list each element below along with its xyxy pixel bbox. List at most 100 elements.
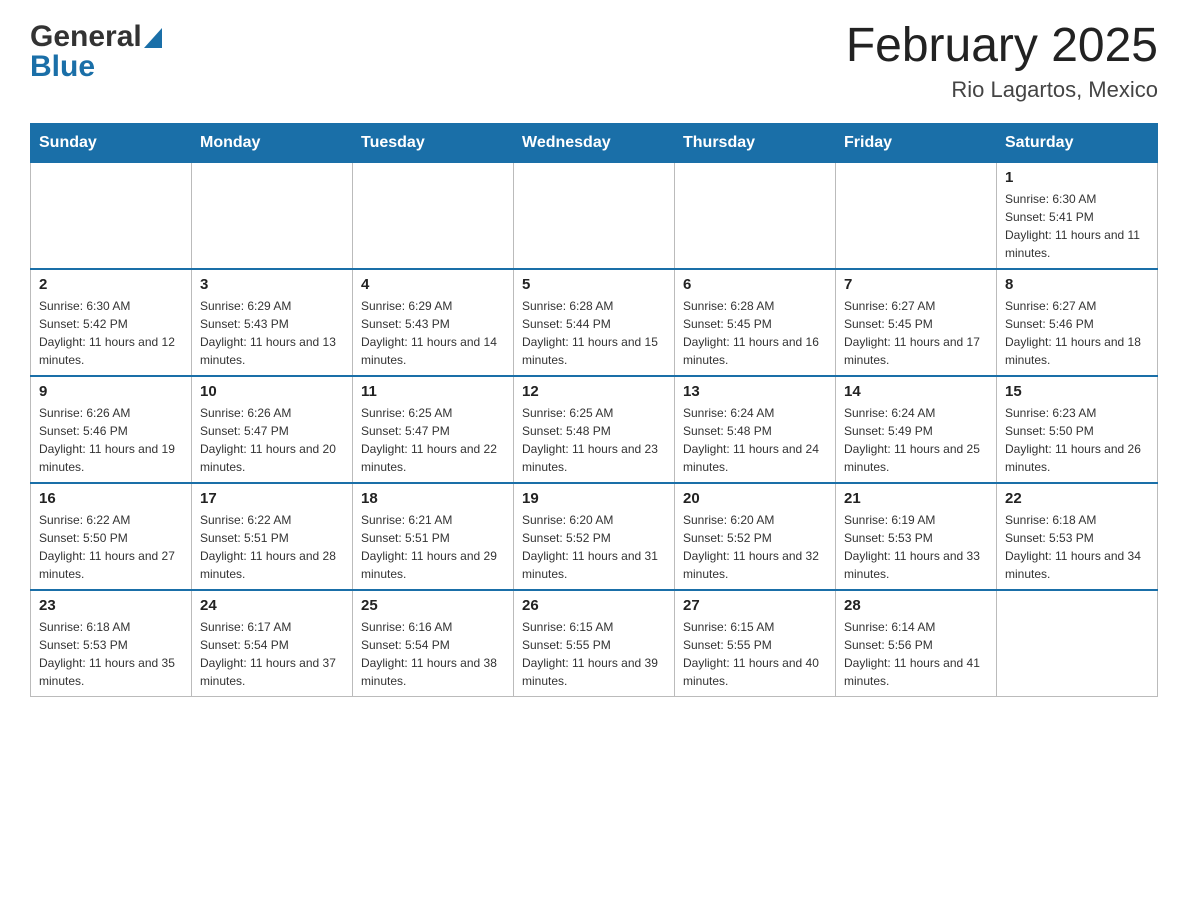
logo-general-text: General xyxy=(30,20,142,54)
table-row: 25 Sunrise: 6:16 AM Sunset: 5:54 PM Dayli… xyxy=(353,590,514,697)
day-info: Sunrise: 6:20 AM Sunset: 5:52 PM Dayligh… xyxy=(522,511,666,583)
table-row: 17 Sunrise: 6:22 AM Sunset: 5:51 PM Dayli… xyxy=(192,483,353,590)
day-number: 8 xyxy=(1005,276,1149,293)
table-row: 3 Sunrise: 6:29 AM Sunset: 5:43 PM Daylig… xyxy=(192,269,353,376)
table-row: 7 Sunrise: 6:27 AM Sunset: 5:45 PM Daylig… xyxy=(836,269,997,376)
day-info: Sunrise: 6:28 AM Sunset: 5:45 PM Dayligh… xyxy=(683,297,827,369)
table-row: 26 Sunrise: 6:15 AM Sunset: 5:55 PM Dayli… xyxy=(514,590,675,697)
col-monday: Monday xyxy=(192,123,353,162)
table-row: 21 Sunrise: 6:19 AM Sunset: 5:53 PM Dayli… xyxy=(836,483,997,590)
day-number: 7 xyxy=(844,276,988,293)
calendar-header-row: Sunday Monday Tuesday Wednesday Thursday… xyxy=(31,123,1158,162)
day-info: Sunrise: 6:30 AM Sunset: 5:41 PM Dayligh… xyxy=(1005,190,1149,262)
table-row xyxy=(514,162,675,269)
day-info: Sunrise: 6:22 AM Sunset: 5:50 PM Dayligh… xyxy=(39,511,183,583)
calendar-title: February 2025 xyxy=(846,20,1158,73)
day-number: 24 xyxy=(200,597,344,614)
table-row xyxy=(675,162,836,269)
day-info: Sunrise: 6:16 AM Sunset: 5:54 PM Dayligh… xyxy=(361,618,505,690)
day-number: 4 xyxy=(361,276,505,293)
day-number: 26 xyxy=(522,597,666,614)
day-number: 5 xyxy=(522,276,666,293)
day-info: Sunrise: 6:30 AM Sunset: 5:42 PM Dayligh… xyxy=(39,297,183,369)
day-info: Sunrise: 6:29 AM Sunset: 5:43 PM Dayligh… xyxy=(361,297,505,369)
table-row xyxy=(192,162,353,269)
day-number: 21 xyxy=(844,490,988,507)
table-row: 19 Sunrise: 6:20 AM Sunset: 5:52 PM Dayli… xyxy=(514,483,675,590)
day-number: 14 xyxy=(844,383,988,400)
calendar-table: Sunday Monday Tuesday Wednesday Thursday… xyxy=(30,123,1158,697)
table-row: 14 Sunrise: 6:24 AM Sunset: 5:49 PM Dayli… xyxy=(836,376,997,483)
col-thursday: Thursday xyxy=(675,123,836,162)
day-number: 19 xyxy=(522,490,666,507)
day-info: Sunrise: 6:14 AM Sunset: 5:56 PM Dayligh… xyxy=(844,618,988,690)
col-wednesday: Wednesday xyxy=(514,123,675,162)
day-number: 11 xyxy=(361,383,505,400)
day-info: Sunrise: 6:22 AM Sunset: 5:51 PM Dayligh… xyxy=(200,511,344,583)
table-row: 18 Sunrise: 6:21 AM Sunset: 5:51 PM Dayli… xyxy=(353,483,514,590)
day-number: 28 xyxy=(844,597,988,614)
table-row: 8 Sunrise: 6:27 AM Sunset: 5:46 PM Daylig… xyxy=(997,269,1158,376)
day-info: Sunrise: 6:25 AM Sunset: 5:47 PM Dayligh… xyxy=(361,404,505,476)
day-info: Sunrise: 6:25 AM Sunset: 5:48 PM Dayligh… xyxy=(522,404,666,476)
logo: General Blue xyxy=(30,20,162,84)
col-saturday: Saturday xyxy=(997,123,1158,162)
table-row: 2 Sunrise: 6:30 AM Sunset: 5:42 PM Daylig… xyxy=(31,269,192,376)
table-row: 16Sunrise: 6:22 AM Sunset: 5:50 PM Dayli… xyxy=(31,483,192,590)
logo-blue-text: Blue xyxy=(30,50,95,84)
day-info: Sunrise: 6:20 AM Sunset: 5:52 PM Dayligh… xyxy=(683,511,827,583)
day-number: 20 xyxy=(683,490,827,507)
day-info: Sunrise: 6:27 AM Sunset: 5:45 PM Dayligh… xyxy=(844,297,988,369)
day-info: Sunrise: 6:24 AM Sunset: 5:49 PM Dayligh… xyxy=(844,404,988,476)
table-row: 9 Sunrise: 6:26 AM Sunset: 5:46 PM Daylig… xyxy=(31,376,192,483)
day-number: 18 xyxy=(361,490,505,507)
col-tuesday: Tuesday xyxy=(353,123,514,162)
day-info: Sunrise: 6:15 AM Sunset: 5:55 PM Dayligh… xyxy=(683,618,827,690)
page-header: General Blue February 2025 Rio Lagartos,… xyxy=(30,20,1158,103)
table-row xyxy=(836,162,997,269)
day-info: Sunrise: 6:19 AM Sunset: 5:53 PM Dayligh… xyxy=(844,511,988,583)
day-number: 27 xyxy=(683,597,827,614)
day-number: 25 xyxy=(361,597,505,614)
table-row: 24 Sunrise: 6:17 AM Sunset: 5:54 PM Dayli… xyxy=(192,590,353,697)
table-row xyxy=(31,162,192,269)
day-info: Sunrise: 6:27 AM Sunset: 5:46 PM Dayligh… xyxy=(1005,297,1149,369)
day-number: 17 xyxy=(200,490,344,507)
day-info: Sunrise: 6:23 AM Sunset: 5:50 PM Dayligh… xyxy=(1005,404,1149,476)
table-row: 5Sunrise: 6:28 AM Sunset: 5:44 PM Daylig… xyxy=(514,269,675,376)
day-info: Sunrise: 6:15 AM Sunset: 5:55 PM Dayligh… xyxy=(522,618,666,690)
day-number: 3 xyxy=(200,276,344,293)
day-info: Sunrise: 6:17 AM Sunset: 5:54 PM Dayligh… xyxy=(200,618,344,690)
day-number: 23 xyxy=(39,597,183,614)
col-friday: Friday xyxy=(836,123,997,162)
day-number: 12 xyxy=(522,383,666,400)
day-number: 6 xyxy=(683,276,827,293)
table-row: 13 Sunrise: 6:24 AM Sunset: 5:48 PM Dayli… xyxy=(675,376,836,483)
day-info: Sunrise: 6:18 AM Sunset: 5:53 PM Dayligh… xyxy=(39,618,183,690)
table-row xyxy=(997,590,1158,697)
day-info: Sunrise: 6:26 AM Sunset: 5:47 PM Dayligh… xyxy=(200,404,344,476)
day-number: 9 xyxy=(39,383,183,400)
col-sunday: Sunday xyxy=(31,123,192,162)
table-row: 4 Sunrise: 6:29 AM Sunset: 5:43 PM Daylig… xyxy=(353,269,514,376)
table-row: 22Sunrise: 6:18 AM Sunset: 5:53 PM Dayli… xyxy=(997,483,1158,590)
day-number: 2 xyxy=(39,276,183,293)
table-row: 15 Sunrise: 6:23 AM Sunset: 5:50 PM Dayli… xyxy=(997,376,1158,483)
table-row: 6 Sunrise: 6:28 AM Sunset: 5:45 PM Daylig… xyxy=(675,269,836,376)
calendar-subtitle: Rio Lagartos, Mexico xyxy=(846,77,1158,103)
day-info: Sunrise: 6:29 AM Sunset: 5:43 PM Dayligh… xyxy=(200,297,344,369)
day-number: 15 xyxy=(1005,383,1149,400)
day-number: 13 xyxy=(683,383,827,400)
table-row: 20 Sunrise: 6:20 AM Sunset: 5:52 PM Dayli… xyxy=(675,483,836,590)
table-row: 1 Sunrise: 6:30 AM Sunset: 5:41 PM Daylig… xyxy=(997,162,1158,269)
table-row: 12 Sunrise: 6:25 AM Sunset: 5:48 PM Dayli… xyxy=(514,376,675,483)
table-row xyxy=(353,162,514,269)
logo-arrow-icon xyxy=(144,28,162,48)
title-block: February 2025 Rio Lagartos, Mexico xyxy=(846,20,1158,103)
day-info: Sunrise: 6:26 AM Sunset: 5:46 PM Dayligh… xyxy=(39,404,183,476)
day-number: 10 xyxy=(200,383,344,400)
day-info: Sunrise: 6:24 AM Sunset: 5:48 PM Dayligh… xyxy=(683,404,827,476)
day-info: Sunrise: 6:21 AM Sunset: 5:51 PM Dayligh… xyxy=(361,511,505,583)
day-number: 1 xyxy=(1005,169,1149,186)
table-row: 10 Sunrise: 6:26 AM Sunset: 5:47 PM Dayli… xyxy=(192,376,353,483)
